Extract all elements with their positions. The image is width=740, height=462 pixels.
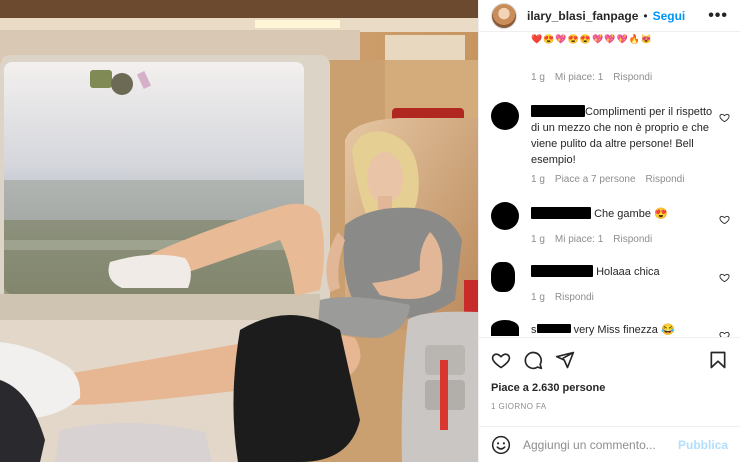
add-comment-bar: Pubblica xyxy=(479,426,740,462)
more-icon[interactable]: ••• xyxy=(708,7,728,25)
comment-item: s very Miss finezza 😂 xyxy=(479,318,740,337)
comment-item: Che gambe 😍 1 g Mi piace: 1 Rispondi xyxy=(479,202,740,247)
comment-time: 1 g xyxy=(531,174,545,185)
heart-icon[interactable] xyxy=(719,330,730,337)
post-date[interactable]: 1 GIORNO FA xyxy=(491,402,547,411)
comment-text: Che gambe 😍 xyxy=(594,208,668,220)
comment-item: Complimenti per il rispetto di un mezzo … xyxy=(479,100,740,190)
smile-icon[interactable] xyxy=(491,435,511,455)
comment-time: 1 g xyxy=(531,72,545,83)
comment-text: Holaaa chica xyxy=(596,266,660,278)
post-image xyxy=(0,0,478,462)
likes-count[interactable]: Piace a 2.630 persone xyxy=(491,382,605,394)
header-separator: • xyxy=(643,8,648,23)
comment-meta: 1 g Mi piace: 1 Rispondi xyxy=(531,72,652,83)
comment-likes[interactable]: Mi piace: 1 xyxy=(555,72,603,83)
heart-icon[interactable] xyxy=(719,112,730,123)
post-header: ilary_blasi_fanpage • Segui ••• xyxy=(479,0,740,32)
comment-icon[interactable] xyxy=(523,350,543,370)
comment-text: very Miss finezza 😂 xyxy=(573,324,675,336)
reply-button[interactable]: Rispondi xyxy=(613,72,652,83)
commenter-avatar[interactable] xyxy=(491,262,515,292)
author-avatar[interactable] xyxy=(491,2,517,29)
comment-text-block: Che gambe 😍 xyxy=(531,206,714,222)
comment-text-prefix: s xyxy=(531,324,537,336)
comment-meta: 1 g Piace a 7 persone Rispondi xyxy=(531,174,684,185)
comment-input[interactable] xyxy=(523,437,678,452)
heart-icon[interactable] xyxy=(719,214,730,225)
comment-meta: 1 g Rispondi xyxy=(531,292,594,303)
commenter-avatar[interactable] xyxy=(491,102,519,130)
comments-list[interactable]: ❤️😍💖😍😍💖💖💖🔥😻 1 g Mi piace: 1 Rispondi Com… xyxy=(479,32,740,337)
comment-time: 1 g xyxy=(531,292,545,303)
comment-likes[interactable]: Mi piace: 1 xyxy=(555,234,603,245)
redacted-username xyxy=(531,207,591,219)
heart-icon[interactable] xyxy=(491,350,511,370)
author-username[interactable]: ilary_blasi_fanpage xyxy=(527,9,638,23)
comment-text-block: Holaaa chica xyxy=(531,264,714,280)
comment-text-block: s very Miss finezza 😂 xyxy=(531,322,714,337)
comment-text-block: Complimenti per il rispetto di un mezzo … xyxy=(531,104,714,168)
post-photo[interactable] xyxy=(0,0,478,462)
redacted-username xyxy=(531,265,593,277)
comment-meta: 1 g Mi piace: 1 Rispondi xyxy=(531,234,652,245)
heart-icon[interactable] xyxy=(719,272,730,283)
publish-button[interactable]: Pubblica xyxy=(678,438,728,452)
bookmark-icon[interactable] xyxy=(708,350,728,370)
comment-likes[interactable]: Piace a 7 persone xyxy=(555,174,636,185)
reply-button[interactable]: Rispondi xyxy=(613,234,652,245)
redacted-username xyxy=(536,324,571,333)
follow-button[interactable]: Segui xyxy=(653,9,686,23)
reply-button[interactable]: Rispondi xyxy=(646,174,685,185)
reply-button[interactable]: Rispondi xyxy=(555,292,594,303)
commenter-avatar[interactable] xyxy=(491,202,519,230)
redacted-username xyxy=(531,105,585,117)
post-side-panel: ilary_blasi_fanpage • Segui ••• ❤️😍💖😍😍💖💖… xyxy=(478,0,740,462)
comment-item: Holaaa chica 1 g Rispondi xyxy=(479,260,740,305)
commenter-avatar[interactable] xyxy=(491,320,519,336)
comment-time: 1 g xyxy=(531,234,545,245)
send-icon[interactable] xyxy=(555,350,575,370)
post-actions xyxy=(479,337,740,381)
comment-emoji-line: ❤️😍💖😍😍💖💖💖🔥😻 xyxy=(531,34,654,44)
comment-item: ❤️😍💖😍😍💖💖💖🔥😻 1 g Mi piace: 1 Rispondi xyxy=(479,32,740,92)
